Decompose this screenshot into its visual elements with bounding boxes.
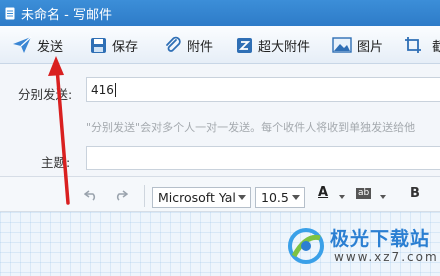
undo-icon[interactable] [83, 189, 98, 204]
text-cursor [114, 82, 116, 97]
recipients-input[interactable]: 416 [86, 77, 440, 102]
chevron-down-icon [292, 195, 300, 200]
picture-label: 图片 [357, 39, 384, 55]
font-color-button[interactable]: A [318, 185, 328, 200]
compose-header: 分别发送: 416 "分别发送"会对多个人一对一发送。每个收件人将收到单独发送给… [0, 64, 440, 176]
watermark-brand: 极光下载站 [330, 228, 431, 250]
highlight-dropdown-icon[interactable] [380, 195, 386, 199]
font-color-dropdown-icon[interactable] [339, 195, 345, 199]
watermark-url: www.xz7.com [334, 250, 439, 264]
title-bar: 未命名 - 写邮件 [0, 0, 440, 26]
font-size-value: 10.5 [261, 190, 289, 205]
attachment-button[interactable]: 附件 [164, 26, 213, 64]
separate-send-label: 分别发送: [18, 87, 73, 102]
separator [144, 185, 145, 207]
attachment-label: 附件 [187, 39, 214, 55]
document-icon [5, 7, 15, 20]
brand-logo-icon [286, 226, 326, 266]
recipients-value: 416 [91, 82, 114, 97]
font-family-select[interactable]: Microsoft Yal [152, 187, 251, 208]
chevron-down-icon [238, 195, 246, 200]
redo-icon[interactable] [114, 189, 129, 204]
send-icon [12, 36, 32, 54]
picture-button[interactable]: 图片 [332, 26, 383, 64]
screenshot-button[interactable]: 截 [404, 26, 440, 64]
send-label: 发送 [37, 39, 64, 55]
watermark: 极光下载站 www.xz7.com [286, 222, 439, 272]
format-toolbar: Microsoft Yal 10.5 A ab B [0, 176, 440, 212]
screenshot-label: 截 [432, 39, 440, 55]
save-button[interactable]: 保存 [90, 26, 138, 64]
font-family-value: Microsoft Yal [158, 190, 236, 205]
send-button[interactable]: 发送 [12, 26, 63, 64]
subject-input[interactable] [86, 146, 440, 170]
crop-icon [404, 36, 422, 54]
paperclip-icon [164, 36, 182, 54]
save-label: 保存 [112, 39, 139, 55]
separate-send-hint: "分别发送"会对多个人一对一发送。每个收件人将收到单独发送给他 [86, 121, 416, 134]
large-attachment-label: 超大附件 [258, 39, 311, 55]
picture-icon [332, 37, 352, 53]
highlight-button[interactable]: ab [356, 188, 372, 199]
window-title: 未命名 - 写邮件 [21, 7, 112, 23]
large-attachment-button[interactable]: 超大附件 [236, 26, 310, 64]
font-size-select[interactable]: 10.5 [255, 187, 305, 208]
large-attachment-icon [236, 37, 253, 54]
bold-button[interactable]: B [410, 186, 420, 201]
subject-label: 主题: [41, 155, 71, 170]
save-icon [90, 37, 107, 54]
toolbar: 发送 保存 附件 超大附件 图片 截 [0, 26, 440, 64]
